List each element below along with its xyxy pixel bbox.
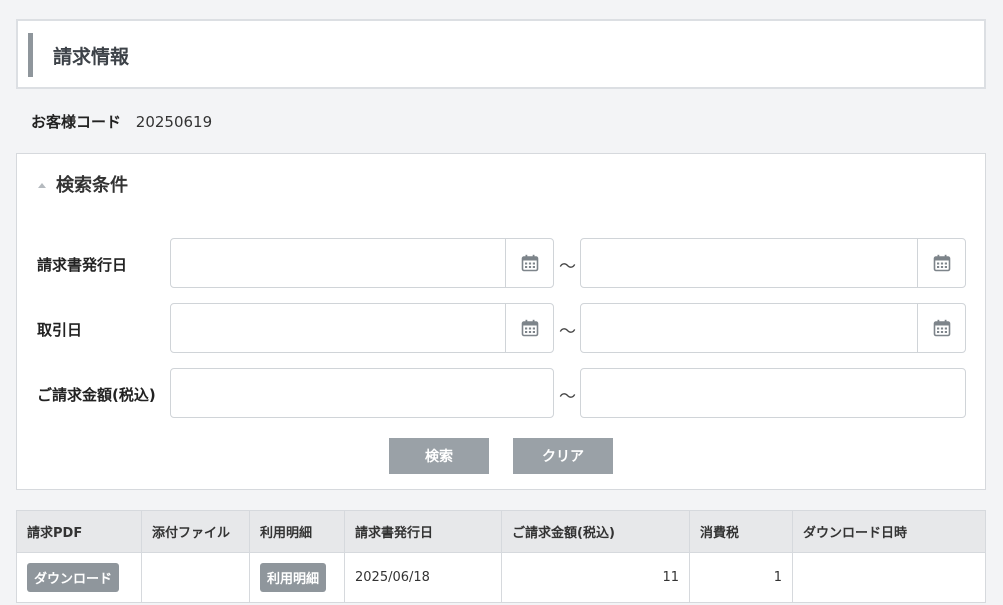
search-button[interactable]: 検索 bbox=[389, 438, 489, 474]
table-row: ダウンロード 利用明細 2025/06/18 11 1 bbox=[16, 552, 986, 603]
search-panel-title: 検索条件 bbox=[56, 175, 128, 196]
column-header: 消費税 bbox=[689, 510, 793, 553]
customer-code-value: 20250619 bbox=[135, 113, 213, 131]
detail-cell: 利用明細 bbox=[249, 552, 345, 603]
calendar-icon bbox=[933, 254, 950, 272]
title-accent-bar bbox=[28, 33, 33, 77]
pdf-cell: ダウンロード bbox=[16, 552, 142, 603]
trade-date-label: 取引日 bbox=[37, 321, 83, 339]
column-header: 利用明細 bbox=[249, 510, 345, 553]
trade-date-range-separator: 〜 bbox=[559, 322, 576, 342]
search-panel-toggle[interactable]: 検索条件 bbox=[38, 171, 128, 197]
clear-button[interactable]: クリア bbox=[513, 438, 613, 474]
calendar-icon bbox=[933, 319, 950, 337]
customer-code: お客様コード 20250619 bbox=[31, 111, 212, 132]
amount-from-input[interactable] bbox=[170, 368, 554, 418]
column-header: ダウンロード日時 bbox=[792, 510, 986, 553]
billing-table: 請求PDF 添付ファイル 利用明細 請求書発行日 ご請求金額(税込) 消費税 ダ… bbox=[16, 510, 986, 603]
amount-to-input[interactable] bbox=[580, 368, 966, 418]
download-datetime-cell bbox=[792, 552, 986, 603]
trade-date-from-calendar-button[interactable] bbox=[505, 304, 553, 352]
calendar-icon bbox=[521, 254, 538, 272]
amount-range-separator: 〜 bbox=[559, 387, 576, 407]
column-header: 添付ファイル bbox=[141, 510, 250, 553]
issue-date-from-calendar-button[interactable] bbox=[505, 239, 553, 287]
tax-cell: 1 bbox=[689, 552, 793, 603]
amount-cell: 11 bbox=[501, 552, 690, 603]
trade-date-from-input[interactable] bbox=[170, 303, 554, 353]
issue-date-range-separator: 〜 bbox=[559, 257, 576, 277]
issue-date-to-calendar-button[interactable] bbox=[917, 239, 965, 287]
page-title-panel: 請求情報 bbox=[16, 19, 986, 89]
customer-code-label: お客様コード bbox=[31, 113, 122, 131]
trade-date-to-calendar-button[interactable] bbox=[917, 304, 965, 352]
amount-label: ご請求金額(税込) bbox=[37, 386, 156, 404]
table-header-row: 請求PDF 添付ファイル 利用明細 請求書発行日 ご請求金額(税込) 消費税 ダ… bbox=[16, 510, 986, 553]
page-title: 請求情報 bbox=[53, 46, 130, 68]
search-panel: 検索条件 請求書発行日 〜 取引日 〜 ご請求金額(税込) 〜 検索 クリア bbox=[16, 153, 986, 490]
issue-date-cell: 2025/06/18 bbox=[344, 552, 502, 603]
collapse-icon bbox=[38, 182, 46, 188]
calendar-icon bbox=[521, 319, 538, 337]
issue-date-to-input[interactable] bbox=[580, 238, 966, 288]
issue-date-label: 請求書発行日 bbox=[37, 256, 128, 274]
pdf-download-button[interactable]: ダウンロード bbox=[27, 563, 120, 592]
trade-date-to-input[interactable] bbox=[580, 303, 966, 353]
usage-detail-button[interactable]: 利用明細 bbox=[260, 563, 327, 592]
column-header: 請求PDF bbox=[16, 510, 142, 553]
issue-date-from-input[interactable] bbox=[170, 238, 554, 288]
attachment-cell bbox=[141, 552, 250, 603]
column-header: 請求書発行日 bbox=[344, 510, 502, 553]
column-header: ご請求金額(税込) bbox=[501, 510, 690, 553]
